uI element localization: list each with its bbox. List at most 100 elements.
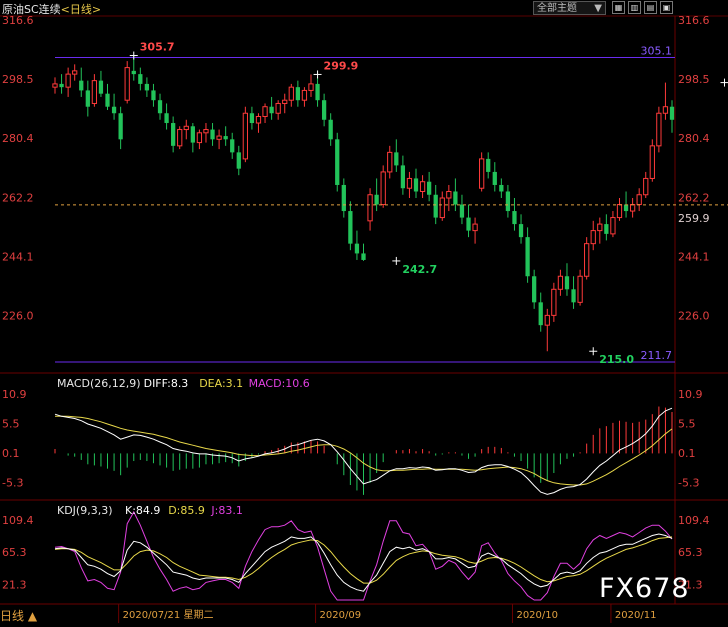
window-icon[interactable]: ▣ — [660, 1, 673, 14]
candle-body — [282, 99, 288, 104]
watermark-logo: FX678 — [599, 573, 690, 604]
candle-body — [538, 302, 543, 326]
candle-body — [427, 181, 432, 195]
candle-body — [295, 87, 300, 101]
candle-body — [544, 314, 550, 326]
candle-body — [183, 125, 189, 131]
candle-body — [157, 100, 163, 114]
candle-body — [512, 211, 517, 225]
theme-label: 全部主题 — [537, 3, 577, 14]
candle-body — [124, 67, 130, 101]
y-tick-label-right: 298.5 — [678, 73, 710, 86]
period-switch[interactable]: 日线 ▲ — [0, 607, 37, 624]
y-tick-label-right: 280.4 — [678, 132, 710, 145]
low-label: 215.0 — [599, 353, 634, 366]
kdj-legend-item: D:85.9 — [168, 504, 205, 517]
candle-body — [335, 139, 340, 185]
current-price-label: 259.9 — [678, 212, 710, 225]
candle-body — [249, 113, 255, 124]
candle-body — [616, 204, 623, 219]
candle-body — [196, 132, 203, 144]
candle-body — [571, 289, 576, 303]
candle-body — [203, 129, 209, 134]
candle-body — [623, 204, 629, 212]
kdj-chart[interactable] — [54, 510, 673, 601]
j-line — [54, 510, 673, 601]
candle-body — [394, 152, 399, 166]
candle-body — [242, 112, 248, 160]
reference-line-label: 305.1 — [641, 44, 673, 57]
macd-legend-item: MACD:10.6 — [249, 377, 310, 390]
candle-body — [308, 83, 314, 91]
candle-body — [419, 181, 426, 192]
candle-body — [111, 106, 117, 114]
y-tick-label-left: 226.0 — [2, 309, 34, 322]
candle-body — [275, 102, 281, 114]
y-tick-label-right: 226.0 — [678, 309, 710, 322]
candle-body — [499, 184, 504, 192]
macd-chart[interactable] — [54, 406, 673, 495]
candle-body — [72, 70, 78, 75]
candle-body — [472, 223, 478, 232]
candle-body — [131, 70, 136, 75]
candle-body — [551, 288, 557, 316]
candle-body — [479, 158, 485, 189]
kdj-legend-item: KDJ(9,3,3) — [57, 504, 113, 517]
kdj-y-tick-left: 109.4 — [2, 514, 34, 527]
macd-legend-item: DIFF:8.3 — [144, 377, 189, 390]
candle-body — [138, 74, 143, 84]
macd-legend-item: DEA:3.1 — [199, 377, 243, 390]
candle-body — [374, 194, 379, 205]
candle-body — [557, 275, 564, 290]
candle-body — [164, 113, 169, 124]
candle-body — [230, 139, 235, 153]
candle-body — [151, 90, 156, 101]
chart-canvas[interactable]: 316.6 316.6298.5 298.5280.4 280.4262.2 262.2… — [0, 0, 728, 623]
candle-body — [597, 223, 603, 232]
theme-selector[interactable]: 全部主题 ▼ — [533, 1, 606, 15]
candle-body — [59, 83, 64, 88]
candle-body — [361, 253, 366, 260]
candle-body — [301, 89, 308, 101]
y-tick-label-right: 244.1 — [678, 250, 710, 263]
candle-body — [367, 194, 373, 222]
candle-body — [446, 190, 452, 199]
candle-body — [105, 93, 110, 107]
chart-title: 原油SC连续<日线> — [2, 1, 101, 17]
candle-body — [662, 106, 669, 114]
candle-body — [223, 136, 228, 140]
high-label: 305.7 — [140, 41, 175, 54]
kdj-legend-item: J:83.1 — [210, 504, 242, 517]
x-tick-label: 2020/07/21 星期二 — [123, 609, 214, 621]
candle-body — [564, 276, 570, 290]
split-icon[interactable]: ▤ — [644, 1, 657, 14]
candle-body — [584, 243, 590, 277]
candle-body — [65, 73, 71, 88]
x-tick-label: 2020/10 — [516, 610, 558, 621]
kdj-y-tick-right: 65.3 — [678, 546, 703, 559]
candle-body — [315, 83, 320, 101]
macd-y-tick-left: 5.5 — [2, 417, 20, 430]
layout-icon[interactable]: ▥ — [628, 1, 641, 14]
candle-body — [400, 165, 406, 189]
candle-body — [629, 204, 636, 212]
low-label: 242.7 — [402, 263, 437, 276]
candle-body — [486, 158, 491, 172]
candle-body — [453, 191, 458, 205]
candle-body — [348, 211, 353, 244]
candle-body — [380, 171, 386, 206]
candle-body — [171, 123, 176, 146]
candle-body — [656, 112, 662, 147]
candle-body — [118, 113, 123, 140]
main-chart[interactable] — [52, 55, 675, 352]
period-label[interactable]: <日线> — [61, 3, 101, 16]
candle-body — [269, 106, 274, 114]
y-tick-label-right: 316.6 — [678, 14, 710, 27]
chart-stage: 316.6 316.6 298.5 298.5 280.4 280.4 262.2 262.2… — [0, 0, 728, 623]
candle-body — [216, 135, 222, 140]
candle-body — [177, 129, 183, 147]
candle-body — [518, 224, 524, 238]
candle-body — [210, 129, 215, 140]
candle-body — [525, 237, 530, 277]
grid-icon[interactable]: ▦ — [612, 1, 625, 14]
